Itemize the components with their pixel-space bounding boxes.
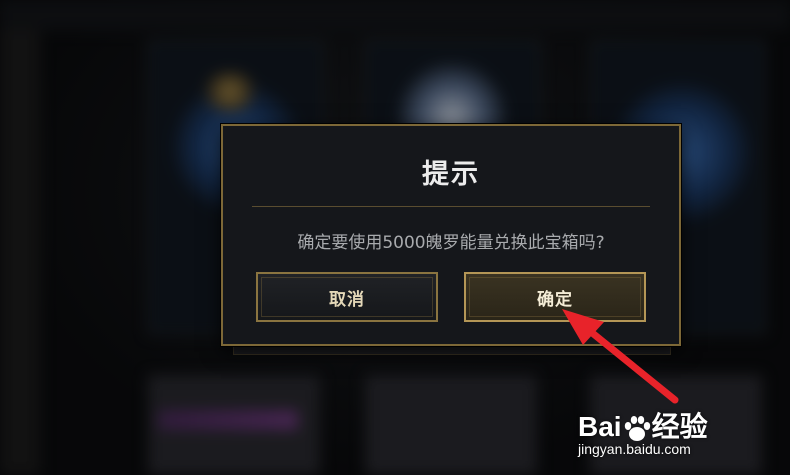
- confirm-dialog: 提示 确定要使用5000魄罗能量兑换此宝箱吗? 取消 确定: [221, 124, 681, 346]
- paw-icon: [622, 415, 652, 443]
- watermark-brand-left: Bai: [578, 411, 622, 442]
- dialog-divider: [252, 206, 650, 207]
- baidu-jingyan-watermark: Bai 经验 jingyan.baidu.com: [578, 405, 778, 465]
- cancel-button-label: 取消: [329, 289, 365, 310]
- confirm-button[interactable]: 确定: [464, 272, 646, 322]
- confirm-button-label: 确定: [537, 289, 573, 310]
- cancel-button[interactable]: 取消: [256, 272, 438, 322]
- dialog-title: 提示: [422, 159, 480, 190]
- game-client-screen: 提示 确定要使用5000魄罗能量兑换此宝箱吗? 取消 确定 Bai 经验 jin…: [0, 0, 790, 475]
- dialog-bottom-plate: [233, 346, 671, 355]
- watermark-url: jingyan.baidu.com: [578, 441, 691, 457]
- dialog-message: 确定要使用5000魄罗能量兑换此宝箱吗?: [297, 233, 605, 253]
- watermark-logo: Bai 经验: [578, 405, 708, 445]
- watermark-brand-right: 经验: [651, 411, 708, 442]
